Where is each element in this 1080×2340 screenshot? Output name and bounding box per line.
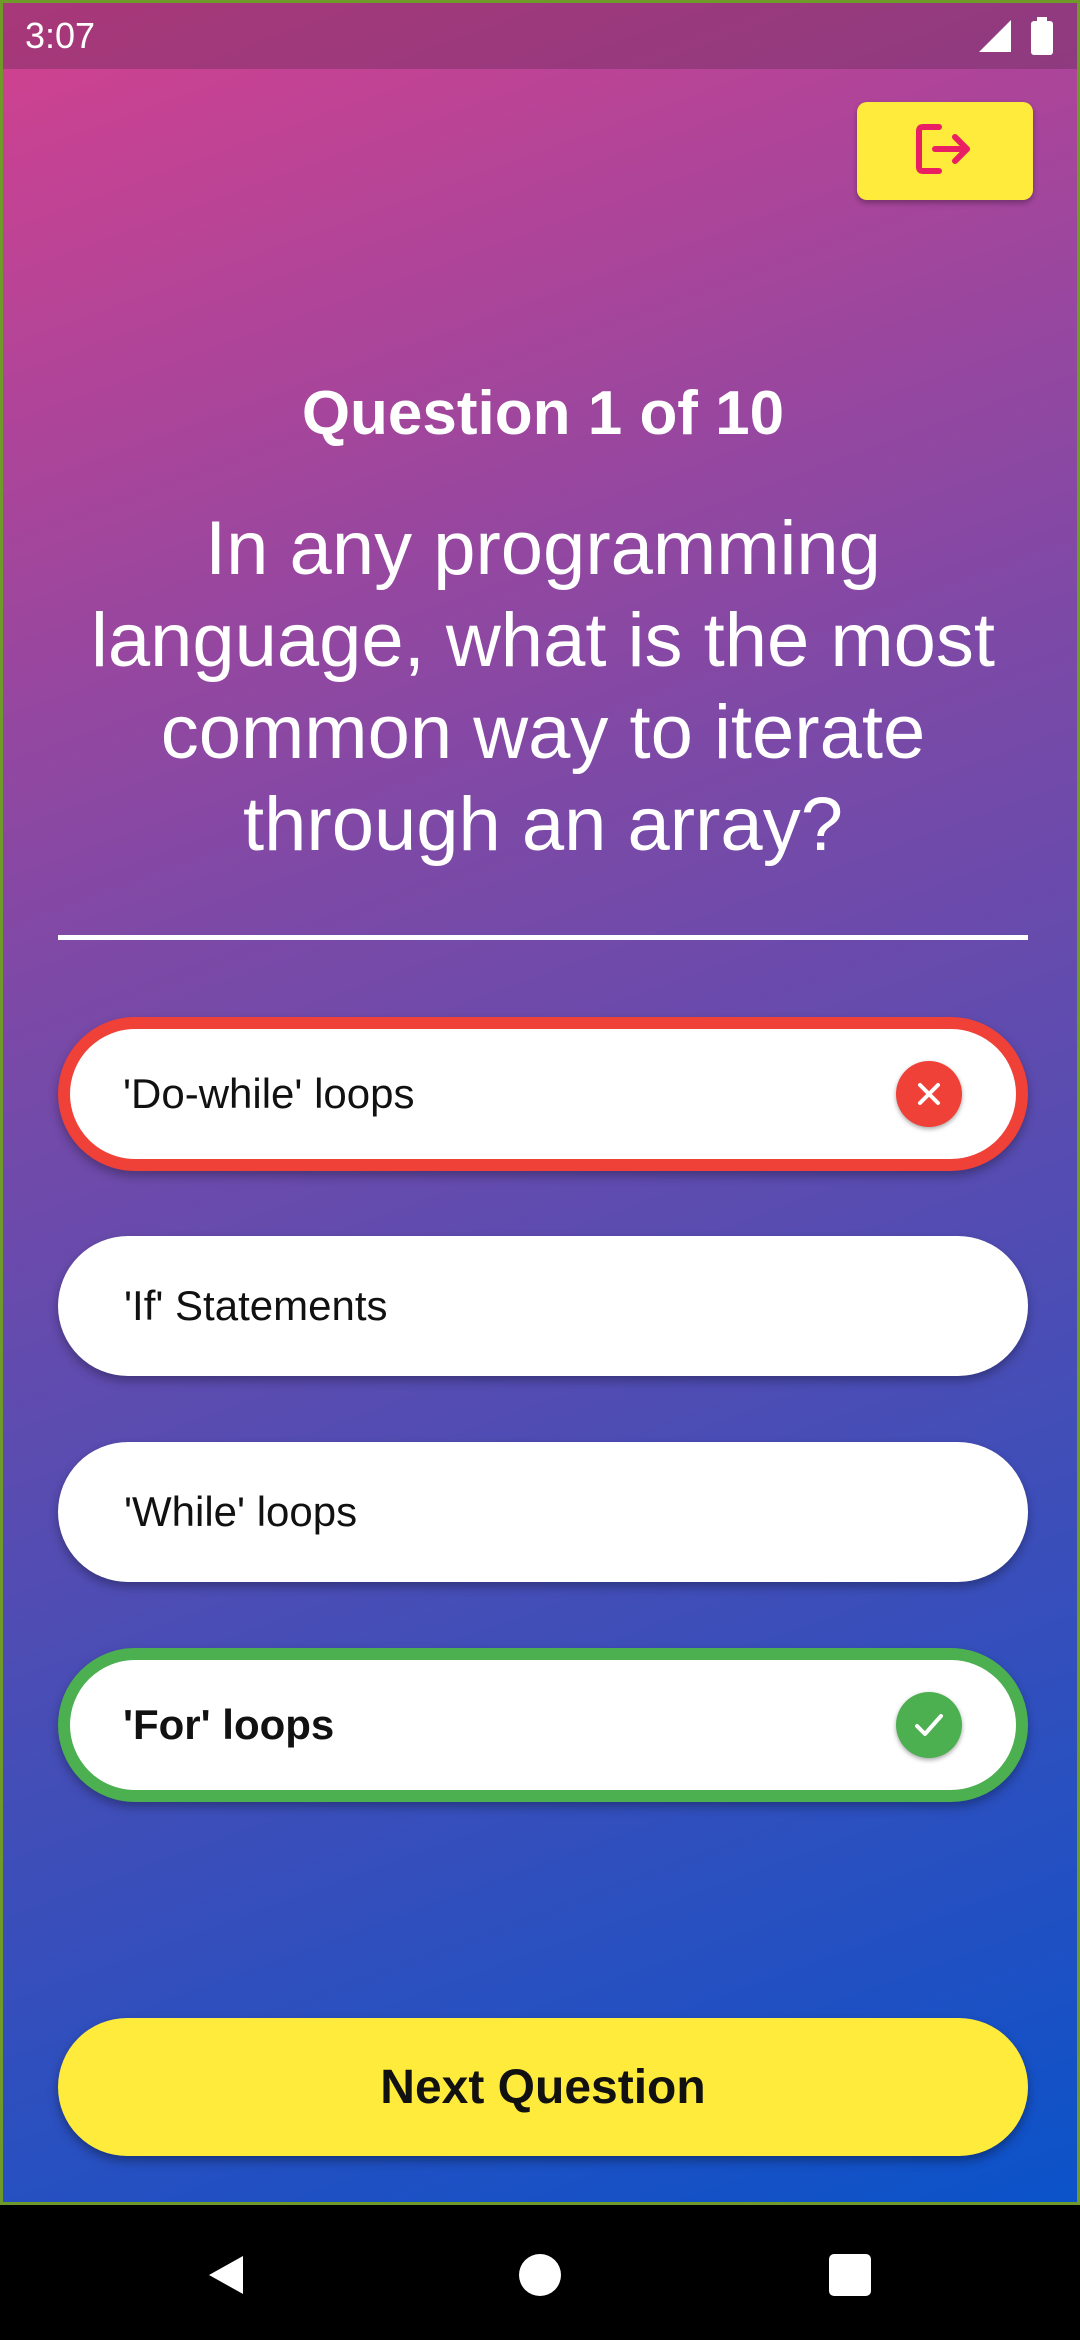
divider bbox=[58, 935, 1028, 940]
answer-option-1[interactable]: 'Do-while' loops bbox=[58, 1017, 1028, 1171]
status-bar: 3:07 bbox=[3, 3, 1077, 69]
answer-label: 'While' loops bbox=[124, 1488, 358, 1535]
signal-icon bbox=[977, 18, 1013, 59]
next-question-button[interactable]: Next Question bbox=[58, 2018, 1028, 2156]
answer-label: 'If' Statements bbox=[124, 1282, 388, 1329]
recents-icon[interactable] bbox=[810, 2235, 890, 2315]
question-text: In any programming language, what is the… bbox=[90, 506, 996, 867]
status-icons bbox=[977, 17, 1053, 60]
answer-option-2[interactable]: 'If' Statements bbox=[58, 1236, 1028, 1376]
quiz-screen: 3:07 Question 1 of 10 In any programming… bbox=[0, 0, 1080, 2205]
wrong-icon bbox=[896, 1061, 962, 1127]
battery-icon bbox=[1031, 17, 1053, 60]
status-time: 3:07 bbox=[25, 15, 96, 56]
app-root: 3:07 Question 1 of 10 In any programming… bbox=[0, 0, 1080, 2340]
exit-button[interactable] bbox=[857, 102, 1033, 200]
answer-option-3[interactable]: 'While' loops bbox=[58, 1442, 1028, 1582]
answer-option-4[interactable]: 'For' loops bbox=[58, 1648, 1028, 1802]
check-icon bbox=[896, 1692, 962, 1758]
home-icon[interactable] bbox=[500, 2235, 580, 2315]
answer-label: 'Do-while' loops bbox=[123, 1070, 415, 1117]
back-icon[interactable] bbox=[186, 2235, 266, 2315]
exit-icon bbox=[915, 121, 975, 182]
question-progress: Question 1 of 10 bbox=[301, 379, 785, 448]
answer-label: 'For' loops bbox=[123, 1701, 335, 1748]
navigation-bar bbox=[0, 2205, 1080, 2340]
